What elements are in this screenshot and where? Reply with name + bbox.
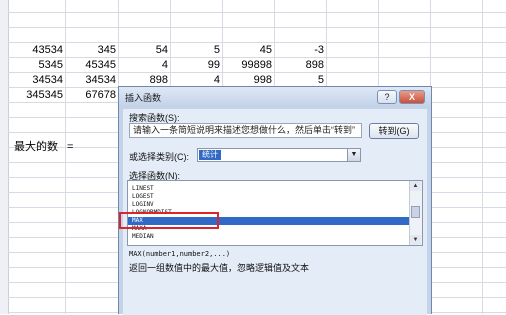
function-syntax: MAX(number1,number2,...): [129, 250, 231, 258]
goto-button[interactable]: 转到(G): [369, 123, 419, 139]
row-line: [8, 12, 506, 13]
cell[interactable]: 345345: [8, 88, 63, 102]
cell[interactable]: 4: [118, 58, 168, 72]
cell[interactable]: 99: [170, 58, 220, 72]
cell[interactable]: -3: [274, 43, 324, 57]
function-list-item[interactable]: MEDIAN: [128, 233, 410, 241]
cell[interactable]: 54: [118, 43, 168, 57]
function-list-item[interactable]: LINEST: [128, 185, 410, 193]
cell[interactable]: 5: [170, 43, 220, 57]
cell[interactable]: 5: [274, 73, 324, 87]
cell[interactable]: 998: [222, 73, 272, 87]
search-function-input[interactable]: 请输入一条简短说明来描述您想做什么，然后单击“转到”: [129, 123, 362, 138]
function-list-item[interactable]: LOGEST: [128, 193, 410, 201]
cell[interactable]: 67678: [65, 88, 116, 102]
formula-cell[interactable]: =: [67, 140, 73, 154]
cell[interactable]: 43534: [8, 43, 63, 57]
cell[interactable]: 34534: [65, 73, 116, 87]
category-selected-value: 统计: [199, 150, 221, 160]
category-select[interactable]: 统计 ▼: [197, 148, 361, 162]
scrollbar-thumb[interactable]: [411, 206, 420, 218]
category-label: 或选择类别(C):: [129, 152, 189, 162]
scroll-down-icon[interactable]: ▼: [410, 235, 421, 245]
function-list-scrollbar[interactable]: ▲ ▼: [409, 181, 422, 245]
dropdown-arrow-icon[interactable]: ▼: [347, 149, 360, 161]
dialog-titlebar[interactable]: 插入函数 ? X: [119, 87, 431, 107]
help-button[interactable]: ?: [377, 90, 397, 104]
cell[interactable]: 5345: [8, 58, 63, 72]
cell[interactable]: 345: [65, 43, 116, 57]
max-label-cell[interactable]: 最大的数: [14, 140, 58, 154]
cell[interactable]: 4: [170, 73, 220, 87]
cell[interactable]: 898: [274, 58, 324, 72]
row-line: [8, 27, 506, 28]
max-highlight-box: [119, 212, 219, 229]
close-button[interactable]: X: [399, 90, 425, 104]
function-description: 返回一组数值中的最大值，忽略逻辑值及文本: [129, 263, 310, 273]
scroll-up-icon[interactable]: ▲: [410, 181, 421, 191]
function-list-item[interactable]: LOGINV: [128, 201, 410, 209]
cell[interactable]: 898: [118, 73, 168, 87]
insert-function-dialog: 插入函数 ? X 搜索函数(S): 请输入一条简短说明来描述您想做什么，然后单击…: [118, 86, 432, 315]
dialog-title: 插入函数: [125, 93, 162, 103]
cell[interactable]: 34534: [8, 73, 63, 87]
cell[interactable]: 45: [222, 43, 272, 57]
cell[interactable]: 99898: [222, 58, 272, 72]
cell[interactable]: 45345: [65, 58, 116, 72]
